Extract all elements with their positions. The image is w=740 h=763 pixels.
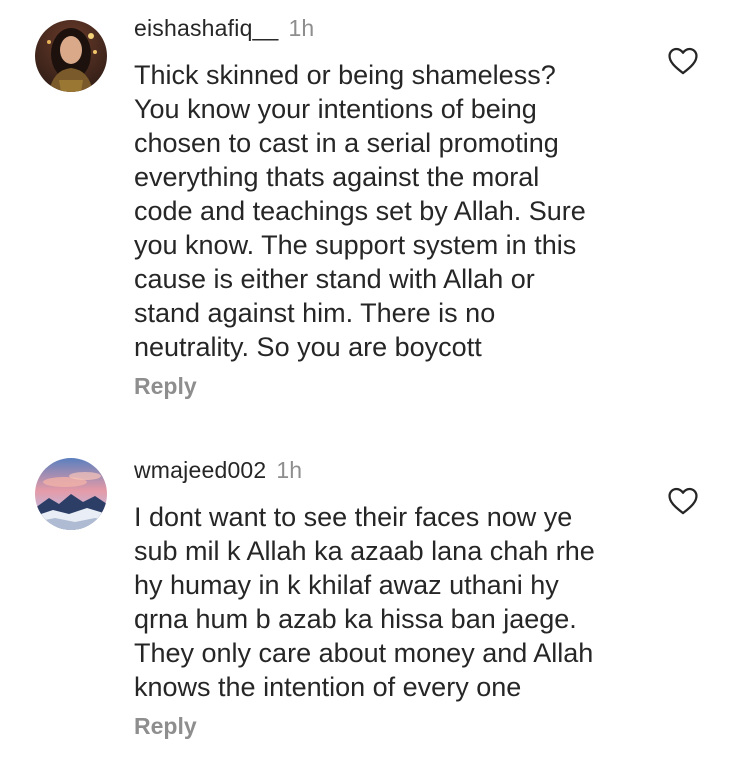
profile-photo-icon — [35, 20, 107, 92]
comment-item: eishashafiq__ 1h Thick skinned or being s… — [0, 0, 740, 420]
like-button[interactable] — [666, 44, 700, 78]
reply-button[interactable]: Reply — [134, 712, 197, 740]
comment-text: Thick skinned or being shameless? You kn… — [134, 60, 586, 362]
avatar[interactable] — [35, 20, 107, 92]
heart-outline-icon — [668, 47, 698, 75]
heart-outline-icon — [668, 487, 698, 515]
comment-meta: wmajeed002 1h — [134, 456, 302, 484]
username-link[interactable]: eishashafiq__ — [134, 15, 279, 41]
comment-item: wmajeed002 1h I dont want to see their fa… — [0, 440, 740, 763]
comment-timestamp: 1h — [276, 457, 303, 483]
reply-button[interactable]: Reply — [134, 372, 197, 400]
avatar[interactable] — [35, 458, 107, 530]
landscape-profile-photo-icon — [35, 458, 107, 530]
comment-timestamp: 1h — [288, 15, 315, 41]
comment-text: I dont want to see their faces now ye su… — [134, 502, 595, 702]
like-button[interactable] — [666, 484, 700, 518]
comment-meta: eishashafiq__ 1h — [134, 14, 314, 42]
username-link[interactable]: wmajeed002 — [134, 457, 266, 483]
